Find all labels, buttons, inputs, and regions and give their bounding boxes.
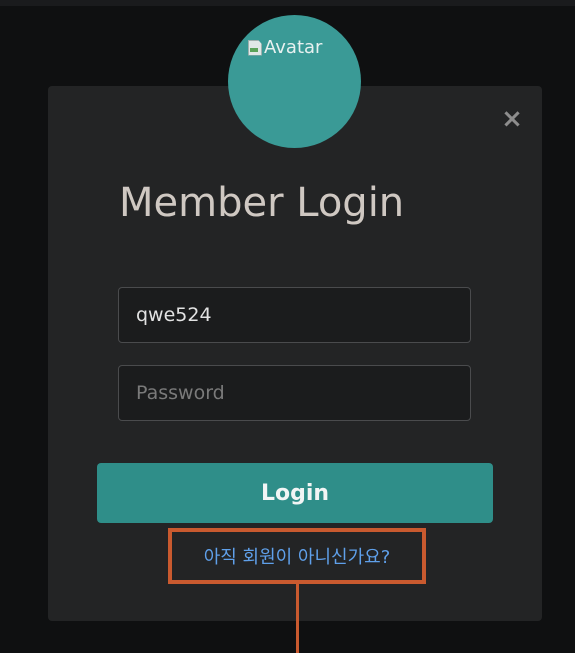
avatar-image: Avatar — [248, 37, 322, 58]
avatar-alt-text: Avatar — [264, 37, 323, 58]
page-background — [0, 0, 575, 6]
avatar: Avatar — [228, 15, 361, 148]
login-button[interactable]: Login — [97, 463, 493, 523]
signup-link[interactable]: 아직 회원이 아니신가요? — [168, 528, 426, 584]
annotation-pointer-line — [296, 584, 299, 653]
password-input[interactable] — [118, 365, 471, 421]
username-input[interactable] — [118, 287, 471, 343]
close-icon[interactable]: × — [501, 106, 523, 132]
broken-image-icon — [248, 39, 262, 56]
page-title: Member Login — [119, 180, 405, 226]
